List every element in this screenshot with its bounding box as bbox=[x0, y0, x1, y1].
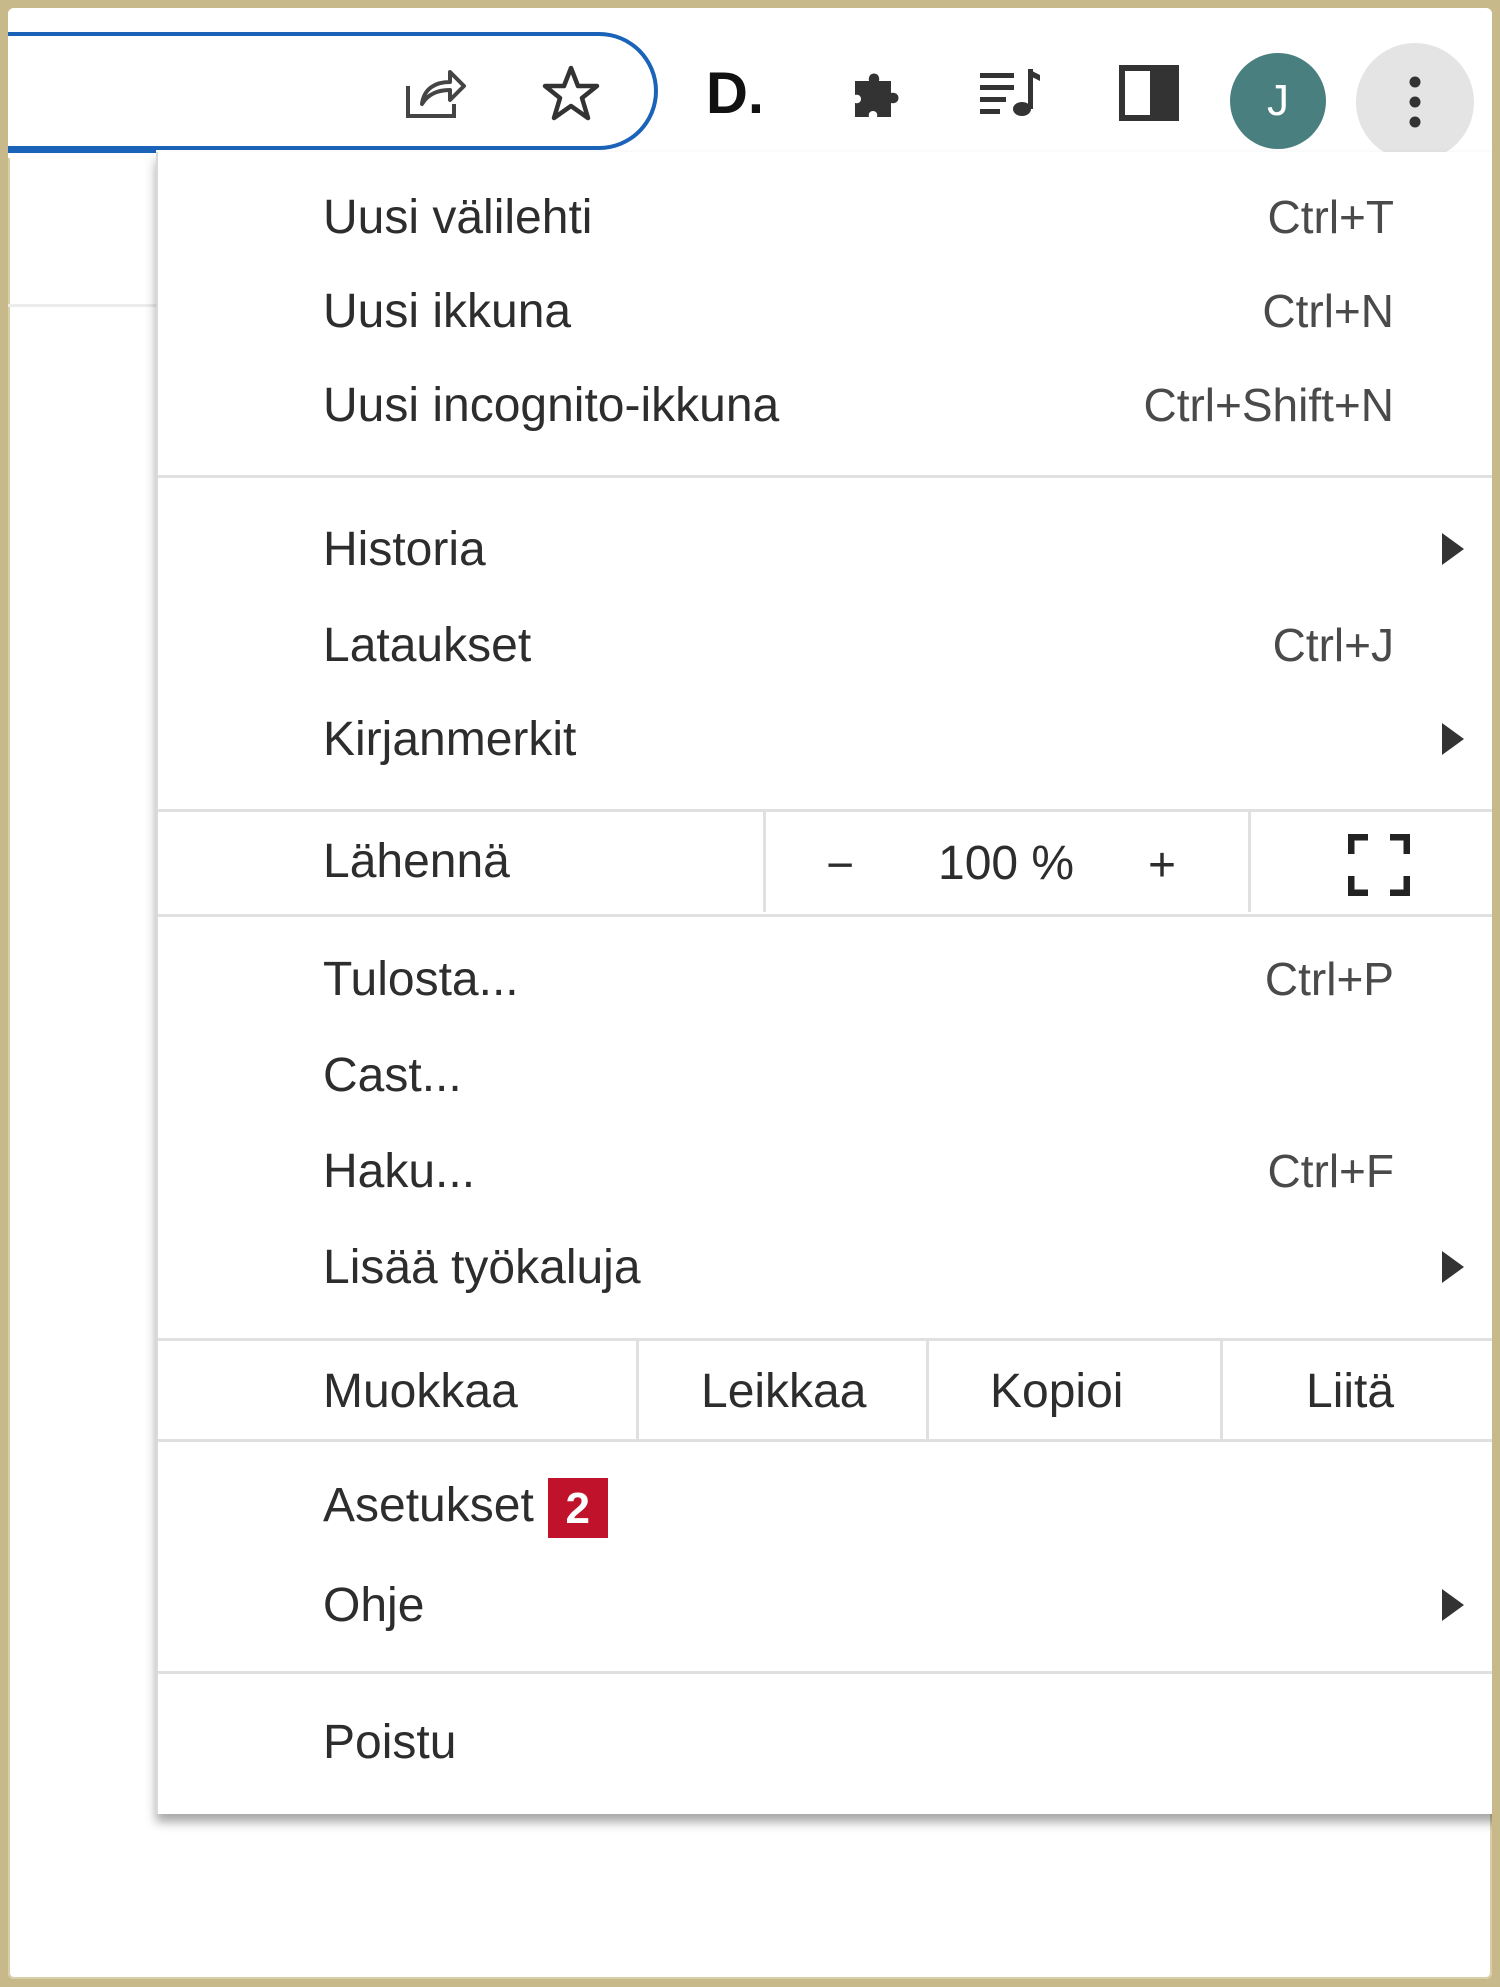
menu-item-exit[interactable]: Poistu bbox=[158, 1697, 1492, 1787]
menu-item-downloads[interactable]: Lataukset Ctrl+J bbox=[158, 600, 1492, 690]
playlist-music-icon[interactable] bbox=[974, 56, 1048, 130]
submenu-arrow-icon bbox=[1442, 1251, 1464, 1283]
menu-item-new-tab[interactable]: Uusi välilehti Ctrl+T bbox=[158, 172, 1492, 262]
menu-item-cast[interactable]: Cast... bbox=[158, 1030, 1492, 1120]
menu-item-bookmarks[interactable]: Kirjanmerkit bbox=[158, 694, 1492, 784]
menu-item-shortcut: Ctrl+Shift+N bbox=[1143, 379, 1394, 431]
menu-item-shortcut: Ctrl+T bbox=[1267, 191, 1395, 243]
profile-avatar[interactable]: J bbox=[1230, 53, 1326, 149]
menu-item-label: Cast... bbox=[323, 1048, 462, 1102]
menu-item-label: Uusi välilehti bbox=[323, 190, 593, 244]
share-icon[interactable] bbox=[398, 56, 472, 130]
menu-item-shortcut: Ctrl+F bbox=[1267, 1145, 1395, 1197]
menu-item-label: Kirjanmerkit bbox=[323, 712, 577, 766]
menu-item-label: Lataukset bbox=[323, 618, 532, 672]
menu-item-shortcut: Ctrl+N bbox=[1262, 285, 1394, 337]
browser-menu-button[interactable] bbox=[1356, 43, 1474, 161]
avatar-initial: J bbox=[1267, 76, 1289, 125]
menu-item-help[interactable]: Ohje bbox=[158, 1560, 1492, 1650]
menu-row-zoom: Lähennä bbox=[158, 816, 1492, 906]
edit-divider bbox=[1220, 1341, 1223, 1439]
menu-item-label: Uusi ikkuna bbox=[323, 284, 572, 338]
menu-item-label: Haku... bbox=[323, 1144, 476, 1198]
zoom-out-button[interactable]: − bbox=[826, 838, 854, 893]
menu-item-more-tools[interactable]: Lisää työkaluja bbox=[158, 1222, 1492, 1312]
puzzle-icon[interactable] bbox=[840, 56, 914, 130]
menu-item-label: Historia bbox=[323, 522, 486, 576]
menu-item-history[interactable]: Historia bbox=[158, 504, 1492, 594]
submenu-arrow-icon bbox=[1442, 533, 1464, 565]
star-icon[interactable] bbox=[534, 56, 608, 130]
fullscreen-icon[interactable] bbox=[1347, 833, 1411, 897]
menu-item-label: Lähennä bbox=[323, 834, 510, 888]
menu-separator bbox=[158, 1338, 1492, 1341]
extension-d-label: D. bbox=[706, 60, 764, 126]
menu-item-shortcut: Ctrl+P bbox=[1264, 953, 1394, 1005]
menu-separator bbox=[158, 809, 1492, 812]
submenu-arrow-icon bbox=[1442, 723, 1464, 755]
browser-menu: Uusi välilehti Ctrl+T Uusi ikkuna Ctrl+N… bbox=[156, 152, 1492, 1814]
menu-item-incognito[interactable]: Uusi incognito-ikkuna Ctrl+Shift+N bbox=[158, 360, 1492, 450]
menu-item-settings[interactable]: Asetukset 2 bbox=[158, 1463, 1492, 1553]
menu-item-new-window[interactable]: Uusi ikkuna Ctrl+N bbox=[158, 266, 1492, 356]
extension-d-icon[interactable]: D. bbox=[698, 56, 772, 130]
page-divider bbox=[8, 304, 156, 307]
edit-divider bbox=[926, 1341, 929, 1439]
menu-item-print[interactable]: Tulosta... Ctrl+P bbox=[158, 934, 1492, 1024]
loading-indicator bbox=[8, 148, 156, 153]
menu-item-label: Asetukset bbox=[323, 1478, 534, 1532]
vertical-dots-icon bbox=[1409, 76, 1421, 128]
menu-item-shortcut: Ctrl+J bbox=[1272, 619, 1394, 671]
menu-separator bbox=[158, 475, 1492, 478]
zoom-divider bbox=[1248, 812, 1251, 912]
menu-item-label: Uusi incognito-ikkuna bbox=[323, 378, 780, 432]
browser-window: D. J Uusi välilehti Ctrl+T Uusi ikkuna C… bbox=[8, 8, 1492, 1979]
menu-item-label: Lisää työkaluja bbox=[323, 1240, 641, 1294]
menu-separator bbox=[158, 1671, 1492, 1674]
menu-item-label-group: Asetukset 2 bbox=[323, 1478, 608, 1539]
zoom-in-button[interactable]: + bbox=[1148, 838, 1176, 893]
step-badge: 2 bbox=[547, 1478, 608, 1539]
cut-button[interactable]: Leikkaa bbox=[701, 1364, 866, 1419]
menu-item-label: Ohje bbox=[323, 1578, 425, 1632]
menu-item-label: Muokkaa bbox=[323, 1364, 518, 1418]
side-panel-icon[interactable] bbox=[1112, 56, 1186, 130]
menu-item-find[interactable]: Haku... Ctrl+F bbox=[158, 1126, 1492, 1216]
paste-button[interactable]: Liitä bbox=[1306, 1364, 1394, 1419]
zoom-level: 100 % bbox=[938, 837, 1075, 890]
submenu-arrow-icon bbox=[1442, 1589, 1464, 1621]
zoom-divider bbox=[763, 812, 766, 912]
edit-divider bbox=[636, 1341, 639, 1439]
menu-item-label: Tulosta... bbox=[323, 952, 519, 1006]
menu-separator bbox=[158, 914, 1492, 917]
copy-button[interactable]: Kopioi bbox=[990, 1364, 1123, 1419]
menu-item-label: Poistu bbox=[323, 1715, 457, 1769]
browser-toolbar: D. J bbox=[8, 8, 1492, 161]
menu-separator bbox=[158, 1439, 1492, 1442]
